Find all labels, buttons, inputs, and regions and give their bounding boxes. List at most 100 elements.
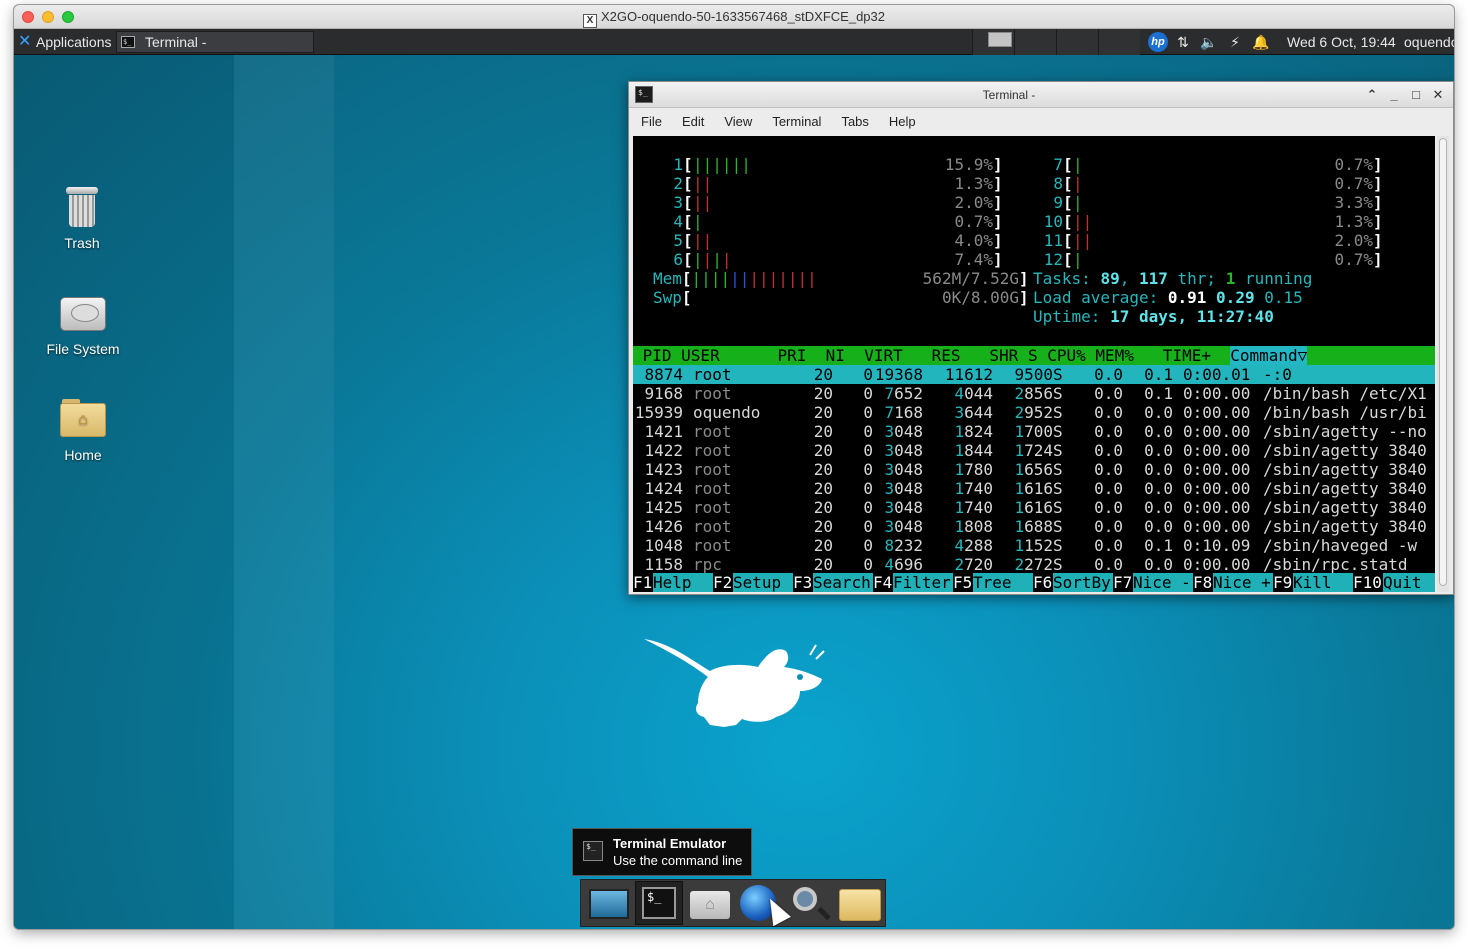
fkey-f5[interactable]: F5	[953, 573, 972, 592]
fkey-f6[interactable]: F6	[1033, 573, 1052, 592]
terminal-scrollbar[interactable]	[1437, 136, 1449, 592]
desktop-icon-file-system[interactable]: File System	[33, 297, 133, 357]
process-pid: 1425	[634, 498, 683, 517]
process-row[interactable]: 1425 root 20 0 3048 1740 1616 S 0.0 0.0 0:00.00…	[633, 498, 1435, 517]
process-row[interactable]: 1426 root 20 0 3048 1808 1688 S 0.0 0.0 0:00.00…	[633, 517, 1435, 536]
process-ni: 0	[863, 365, 873, 384]
menu-view[interactable]: View	[724, 114, 752, 129]
load-average: Load average: 0.91 0.29 0.15	[1033, 288, 1303, 307]
process-res: 1740	[954, 479, 993, 498]
process-row[interactable]: 1048 root 20 0 8232 4288 1152 S 0.0 0.1 0:10.09…	[633, 536, 1435, 555]
process-row[interactable]: 1424 root 20 0 3048 1740 1616 S 0.0 0.0 0:00.00…	[633, 479, 1435, 498]
fkey-label[interactable]: Search	[813, 573, 873, 592]
process-table-header[interactable]: PID USER PRI NI VIRT RES SHR S CPU% MEM%…	[633, 346, 1435, 365]
notification-icon[interactable]: 🔔	[1250, 34, 1272, 51]
cpu-percent: 15.9%	[944, 155, 993, 174]
process-user: root	[693, 365, 732, 384]
fkey-label[interactable]: Nice +	[1213, 573, 1273, 592]
scrollbar-thumb[interactable]	[1439, 138, 1447, 586]
cpu-usage-bar: |	[1073, 193, 1083, 212]
mac-titlebar[interactable]: X X2GO-oquendo-50-1633567468_stDXFCE_dp32	[14, 5, 1454, 29]
fkey-f7[interactable]: F7	[1113, 573, 1132, 592]
dock-file-manager[interactable]	[835, 881, 883, 925]
desktop-icon-home[interactable]: ⌂ Home	[33, 399, 133, 463]
terminal-titlebar[interactable]: $_ Terminal - ⌃ _ □ ✕	[629, 82, 1453, 108]
workspace-3[interactable]	[1056, 29, 1098, 55]
workspace-switcher[interactable]	[972, 29, 1140, 55]
process-virt: 7652	[884, 384, 923, 403]
fkey-label[interactable]: Kill	[1293, 573, 1353, 592]
cpu-usage-bar: |	[1073, 155, 1083, 174]
process-cpu: 0.0	[1094, 517, 1123, 536]
fkey-label[interactable]: SortBy	[1053, 573, 1113, 592]
fkey-label[interactable]: Filter	[893, 573, 953, 592]
fkey-f4[interactable]: F4	[873, 573, 892, 592]
menu-tabs[interactable]: Tabs	[841, 114, 868, 129]
shade-button[interactable]: ⌃	[1363, 85, 1381, 105]
fkey-label[interactable]: Tree	[973, 573, 1033, 592]
close-button[interactable]: ✕	[1429, 85, 1447, 105]
dock-app-finder[interactable]	[785, 881, 833, 925]
hp-icon[interactable]: hp	[1148, 32, 1168, 52]
dock-home[interactable]: ⌂	[685, 881, 733, 925]
process-cpu: 0.0	[1094, 498, 1123, 517]
workspace-2[interactable]	[1014, 29, 1056, 55]
process-virt: 7168	[884, 403, 923, 422]
menu-terminal[interactable]: Terminal	[772, 114, 821, 129]
process-row[interactable]: 1422 root 20 0 3048 1844 1724 S 0.0 0.0 0:00.00…	[633, 441, 1435, 460]
fkey-f1[interactable]: F1	[633, 573, 652, 592]
htop-screen[interactable]: 1[|||||| 15.9%] 2[|| 1.3%] 3[|| 2.0%] 4[| 0.7%]…	[633, 136, 1435, 592]
fkey-f9[interactable]: F9	[1273, 573, 1292, 592]
taskbar-item-terminal[interactable]: $_ Terminal -	[116, 31, 314, 53]
menu-edit[interactable]: Edit	[682, 114, 704, 129]
process-cmd: /sbin/agetty 3840	[1263, 498, 1427, 517]
volume-icon[interactable]: 🔈	[1198, 34, 1220, 51]
fkey-label[interactable]: Nice -	[1133, 573, 1193, 592]
menu-help[interactable]: Help	[889, 114, 916, 129]
process-row[interactable]: 1423 root 20 0 3048 1780 1656 S 0.0 0.0 0:00.00…	[633, 460, 1435, 479]
process-row[interactable]: 15939 oquendo 20 0 7168 3644 2952 S 0.0 0.0 0:0…	[633, 403, 1435, 422]
process-pid: 1421	[634, 422, 683, 441]
process-s: S	[1053, 517, 1063, 536]
process-time: 0:00.00	[1183, 403, 1251, 422]
network-icon[interactable]: ⇅	[1172, 34, 1194, 51]
desktop-icon-trash[interactable]: Trash	[32, 187, 132, 251]
fkey-f3[interactable]: F3	[793, 573, 812, 592]
xfce-logo-icon: ✕	[18, 33, 32, 50]
process-time: 0:00.00	[1183, 384, 1251, 403]
menu-file[interactable]: File	[641, 114, 662, 129]
fkey-f2[interactable]: F2	[713, 573, 732, 592]
dock-show-desktop[interactable]	[585, 881, 633, 925]
cpu-percent: 2.0%	[954, 193, 993, 212]
terminal-menubar: File Edit View Terminal Tabs Help	[629, 109, 1453, 133]
process-user: oquendo	[693, 403, 761, 422]
process-row[interactable]: 1421 root 20 0 3048 1824 1700 S 0.0 0.0 0:00.00…	[633, 422, 1435, 441]
user-menu[interactable]: oquendo	[1404, 29, 1454, 55]
process-user: root	[693, 422, 732, 441]
minimize-button[interactable]: _	[1385, 85, 1403, 105]
panel-clock[interactable]: Wed 6 Oct, 19:44	[1287, 29, 1396, 55]
dock-terminal[interactable]: $_	[635, 881, 683, 925]
workspace-1[interactable]	[972, 29, 1014, 55]
process-res: 11612	[944, 365, 993, 384]
process-row[interactable]: 1158 rpc 20 0 4696 2720 2272 S 0.0 0.0 0:00.00 /…	[633, 555, 1435, 574]
terminal-title: Terminal -	[982, 88, 1036, 102]
workspace-4[interactable]	[1098, 29, 1140, 55]
fkey-label[interactable]: Help	[653, 573, 713, 592]
process-row[interactable]: 9168 root 20 0 7652 4044 2856 S 0.0 0.1 0:00.00…	[633, 384, 1435, 403]
applications-menu-button[interactable]: ✕ Applications ⠇	[14, 29, 129, 55]
fkey-f8[interactable]: F8	[1193, 573, 1212, 592]
sort-column-command[interactable]: Command▽	[1230, 346, 1308, 365]
fkey-f10[interactable]: F10	[1353, 573, 1382, 592]
fkey-label[interactable]: Setup	[733, 573, 793, 592]
process-res: 1808	[954, 517, 993, 536]
power-icon[interactable]: ⚡	[1224, 34, 1246, 51]
xfce-desktop[interactable]: ✕ Applications ⠇ $_ Terminal - hp ⇅ 🔈 ⚡ …	[14, 29, 1454, 929]
maximize-button[interactable]: □	[1407, 85, 1425, 105]
cpu-number: 4	[673, 212, 683, 231]
fkey-label[interactable]: Quit	[1383, 573, 1435, 592]
process-row[interactable]: 8874 root 20 0 19368 11612 9500 S 0.0 0.1 0:00.01…	[633, 365, 1435, 384]
process-pid: 8874	[634, 365, 683, 384]
process-shr: 1656	[1014, 460, 1053, 479]
process-shr: 1152	[1014, 536, 1053, 555]
